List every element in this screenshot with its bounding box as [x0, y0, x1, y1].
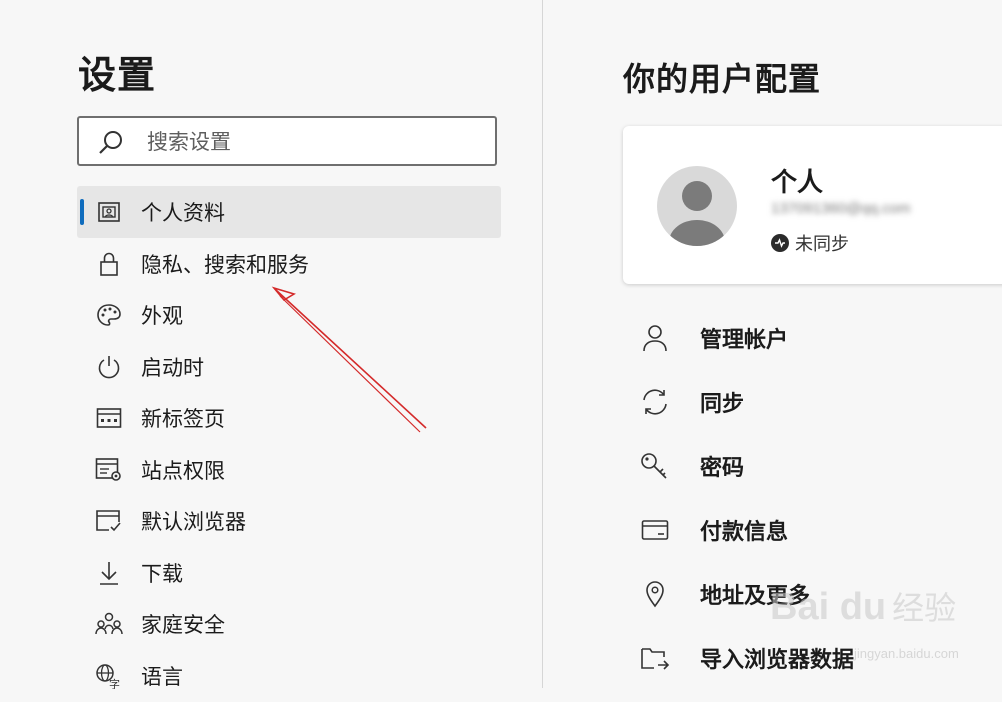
- nav-label: 家庭安全: [141, 614, 225, 638]
- search-icon: [99, 131, 122, 154]
- profile-name: 个人: [771, 167, 824, 197]
- nav-item-default-browser[interactable]: 默认浏览器: [77, 496, 501, 548]
- watermark-logo: Bai du: [770, 586, 887, 628]
- menu-item-manage-account[interactable]: 管理帐户: [639, 306, 999, 370]
- menu-label: 同步: [700, 391, 745, 416]
- card-icon: [639, 514, 671, 546]
- person-icon: [639, 322, 671, 354]
- baidu-watermark: Bai du 经验: [770, 583, 956, 629]
- active-indicator: [80, 199, 84, 225]
- nav-label: 个人资料: [141, 202, 225, 225]
- menu-item-sync[interactable]: 同步: [639, 370, 999, 434]
- key-icon: [639, 450, 671, 482]
- nav-label: 启动时: [141, 356, 204, 380]
- new-tab-icon: [95, 404, 123, 432]
- nav-label: 新标签页: [141, 408, 225, 432]
- power-icon: [95, 353, 123, 381]
- profile-menu: 管理帐户 同步 密码 付款信息 地址及更多 导入浏览器数据: [639, 306, 999, 690]
- sync-status: 未同步: [771, 230, 849, 256]
- nav-label: 隐私、搜索和服务: [141, 253, 309, 277]
- profile-title: 你的用户配置: [623, 61, 822, 97]
- sync-icon: [639, 386, 671, 418]
- language-icon: 字: [95, 662, 123, 690]
- nav-item-site-permissions[interactable]: 站点权限: [77, 444, 501, 496]
- annotation-arrow: [271, 286, 427, 433]
- nav-item-language[interactable]: 字 语言: [77, 650, 501, 702]
- sync-off-icon: [771, 234, 789, 252]
- nav-item-downloads[interactable]: 下载: [77, 547, 501, 599]
- menu-label: 付款信息: [700, 519, 789, 544]
- nav-label: 默认浏览器: [141, 511, 246, 535]
- lock-icon: [95, 250, 123, 278]
- menu-item-passwords[interactable]: 密码: [639, 434, 999, 498]
- menu-label: 管理帐户: [700, 327, 789, 352]
- nav-label: 下载: [141, 562, 183, 586]
- profile-icon: [95, 198, 123, 226]
- site-permissions-icon: [95, 456, 123, 484]
- settings-title: 设置: [78, 55, 157, 97]
- palette-icon: [95, 301, 123, 329]
- nav-item-family-safety[interactable]: 家庭安全: [77, 599, 501, 651]
- nav-label: 外观: [141, 305, 183, 329]
- watermark-url: jingyan.baidu.com: [854, 646, 959, 661]
- download-icon: [95, 559, 123, 587]
- nav-item-profile[interactable]: 个人资料: [77, 186, 501, 238]
- profile-email: 137091360@qq.com: [771, 200, 911, 217]
- menu-label: 密码: [700, 455, 745, 480]
- menu-item-payment-info[interactable]: 付款信息: [639, 498, 999, 562]
- location-icon: [639, 578, 671, 610]
- svg-text:字: 字: [109, 677, 120, 689]
- default-browser-icon: [95, 507, 123, 535]
- avatar: [657, 166, 737, 246]
- family-icon: [95, 610, 123, 638]
- nav-label: 语言: [141, 665, 183, 689]
- search-input[interactable]: [145, 128, 479, 158]
- watermark-text: 经验: [892, 590, 957, 626]
- search-box[interactable]: [77, 116, 497, 166]
- settings-nav: 个人资料 隐私、搜索和服务 外观 启动时 新标签页 站点权限 默认浏览器 下载 …: [77, 186, 501, 702]
- nav-label: 站点权限: [141, 459, 225, 483]
- import-icon: [639, 642, 671, 674]
- sync-status-label: 未同步: [795, 234, 849, 254]
- profile-card: 个人 137091360@qq.com 未同步: [623, 126, 1002, 284]
- menu-label: 导入浏览器数据: [700, 647, 855, 672]
